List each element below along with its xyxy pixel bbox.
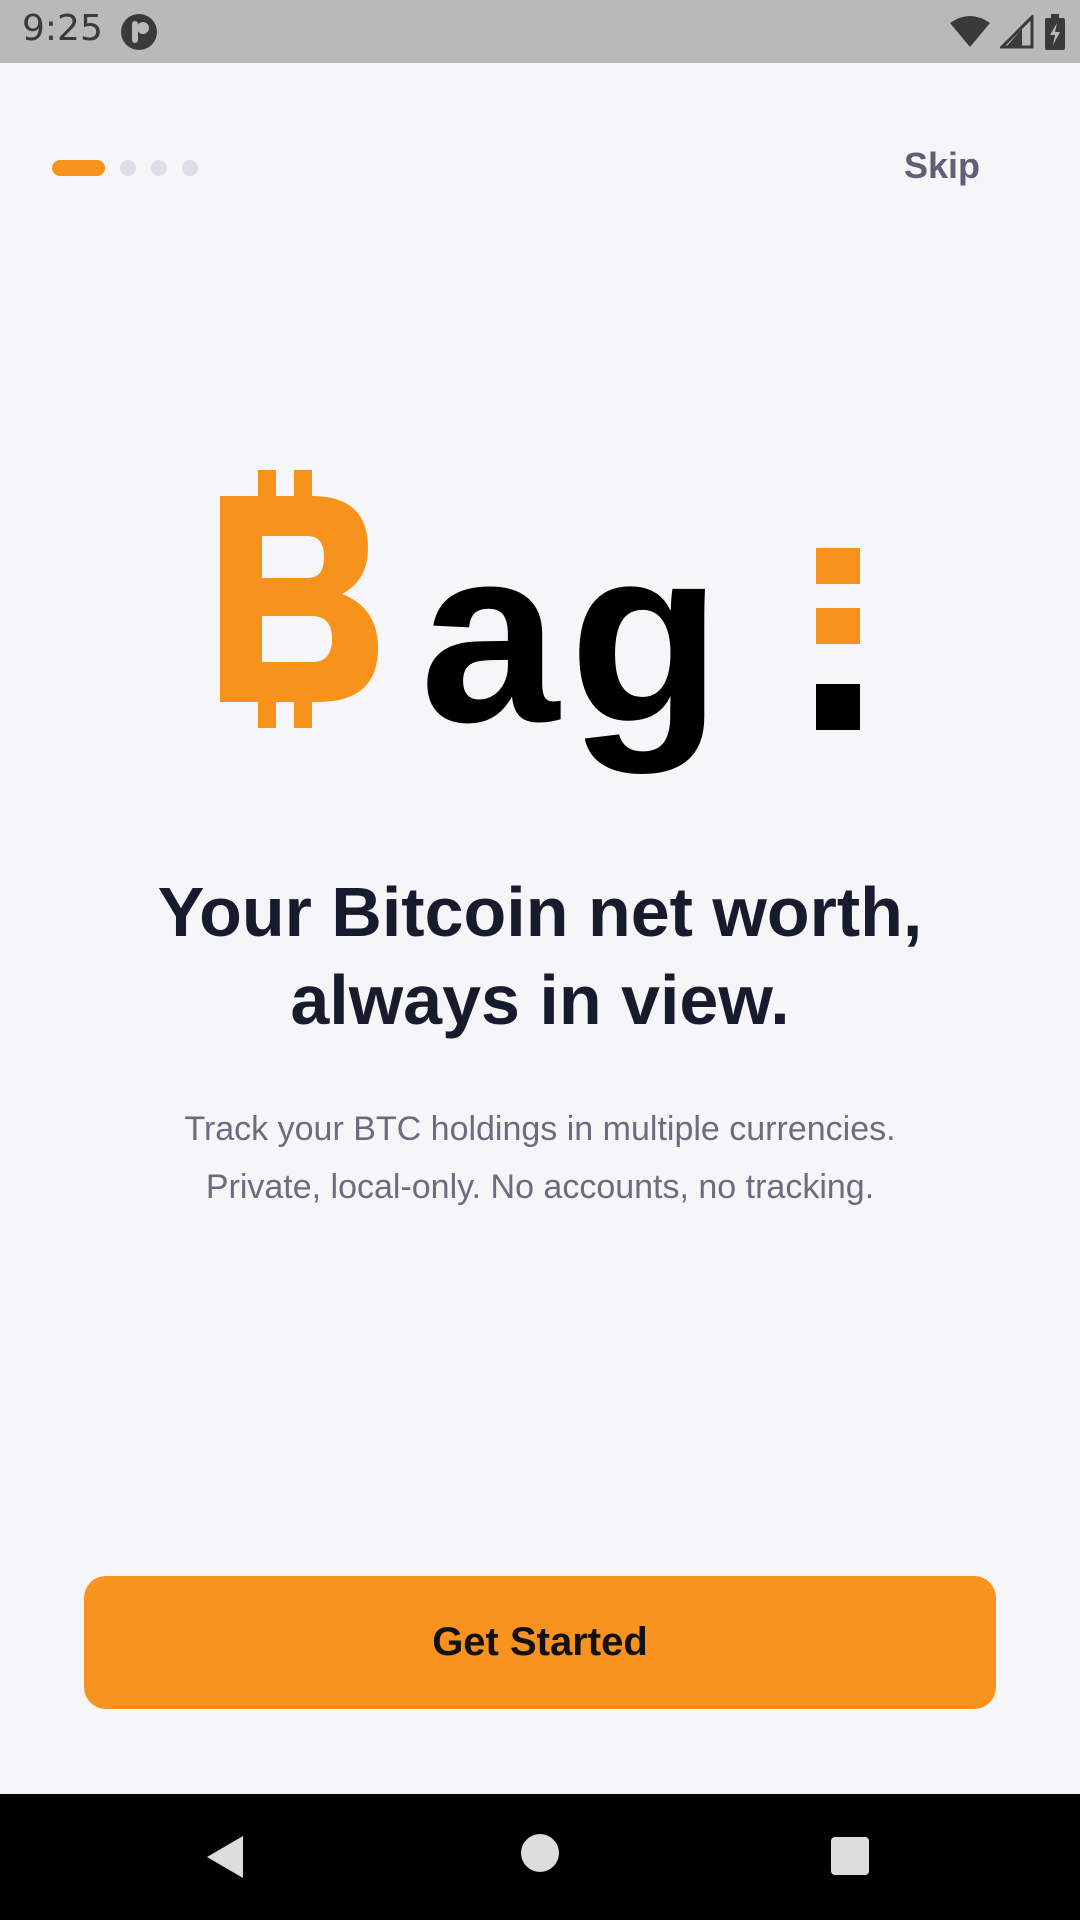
status-bar: 9:25	[0, 0, 1080, 63]
get-started-button[interactable]: Get Started	[84, 1576, 996, 1709]
onboarding-headline: Your Bitcoin net worth, always in view.	[157, 873, 923, 1039]
page-dot	[151, 160, 167, 176]
home-icon[interactable]	[520, 1833, 560, 1873]
subtitle-line: Track your BTC holdings in multiple curr…	[184, 1110, 896, 1148]
page-indicator	[52, 159, 198, 177]
bag-logo: ag	[220, 470, 860, 770]
onboarding-subtitle: Track your BTC holdings in multiple curr…	[60, 1100, 1020, 1216]
app-notification-icon	[121, 14, 157, 50]
logo-mark-dots	[816, 548, 860, 730]
page-dot-active	[52, 160, 105, 176]
status-icons	[950, 14, 1066, 50]
page-dot	[182, 160, 198, 176]
bitcoin-b-icon	[220, 470, 378, 728]
skip-button[interactable]: Skip	[904, 145, 980, 187]
recents-icon[interactable]	[830, 1836, 870, 1876]
system-nav-bar	[0, 1794, 1080, 1920]
subtitle-line: Private, local-only. No accounts, no tra…	[205, 1168, 875, 1206]
status-time: 9:25	[22, 8, 103, 49]
back-icon[interactable]	[205, 1834, 245, 1880]
signal-icon	[1000, 15, 1034, 49]
page-dot	[120, 160, 136, 176]
onboarding-screen: 9:25 Skip ag Your Bitcoin net worth, alw…	[0, 0, 1080, 1920]
battery-charging-icon	[1045, 14, 1065, 50]
logo-wordmark: ag	[420, 495, 732, 774]
wifi-icon	[950, 16, 990, 47]
